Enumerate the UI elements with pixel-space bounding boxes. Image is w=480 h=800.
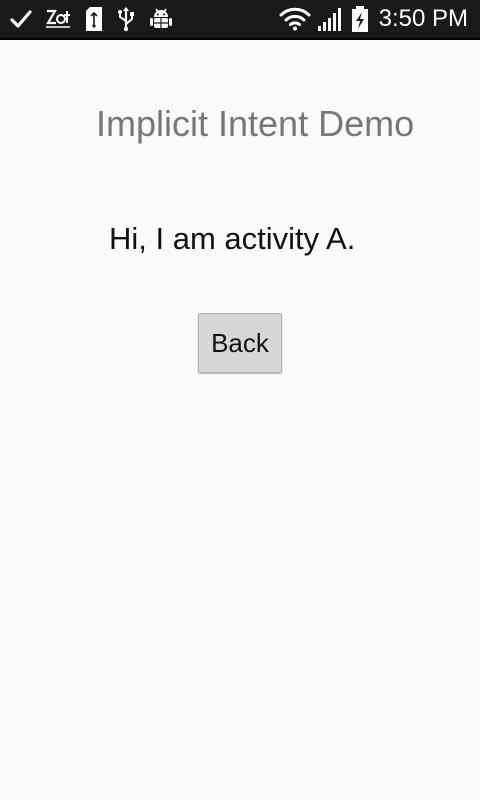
notification-icons: [10, 0, 186, 38]
sd-card-icon: [84, 6, 104, 32]
check-icon: [10, 8, 32, 30]
status-bar: 3:50 PM: [0, 0, 480, 40]
wifi-icon: [279, 7, 311, 31]
usb-icon: [116, 6, 136, 32]
battery-charging-icon: [351, 5, 369, 33]
status-clock: 3:50 PM: [378, 5, 468, 32]
signal-icon: [317, 6, 345, 32]
app-title: Implicit Intent Demo: [96, 103, 415, 144]
android-debug-icon: [148, 6, 174, 32]
app-notification-icon: [44, 7, 72, 31]
back-button[interactable]: Back: [198, 313, 282, 373]
activity-message: Hi, I am activity A.: [109, 221, 356, 256]
system-icons: 3:50 PM: [279, 0, 468, 38]
